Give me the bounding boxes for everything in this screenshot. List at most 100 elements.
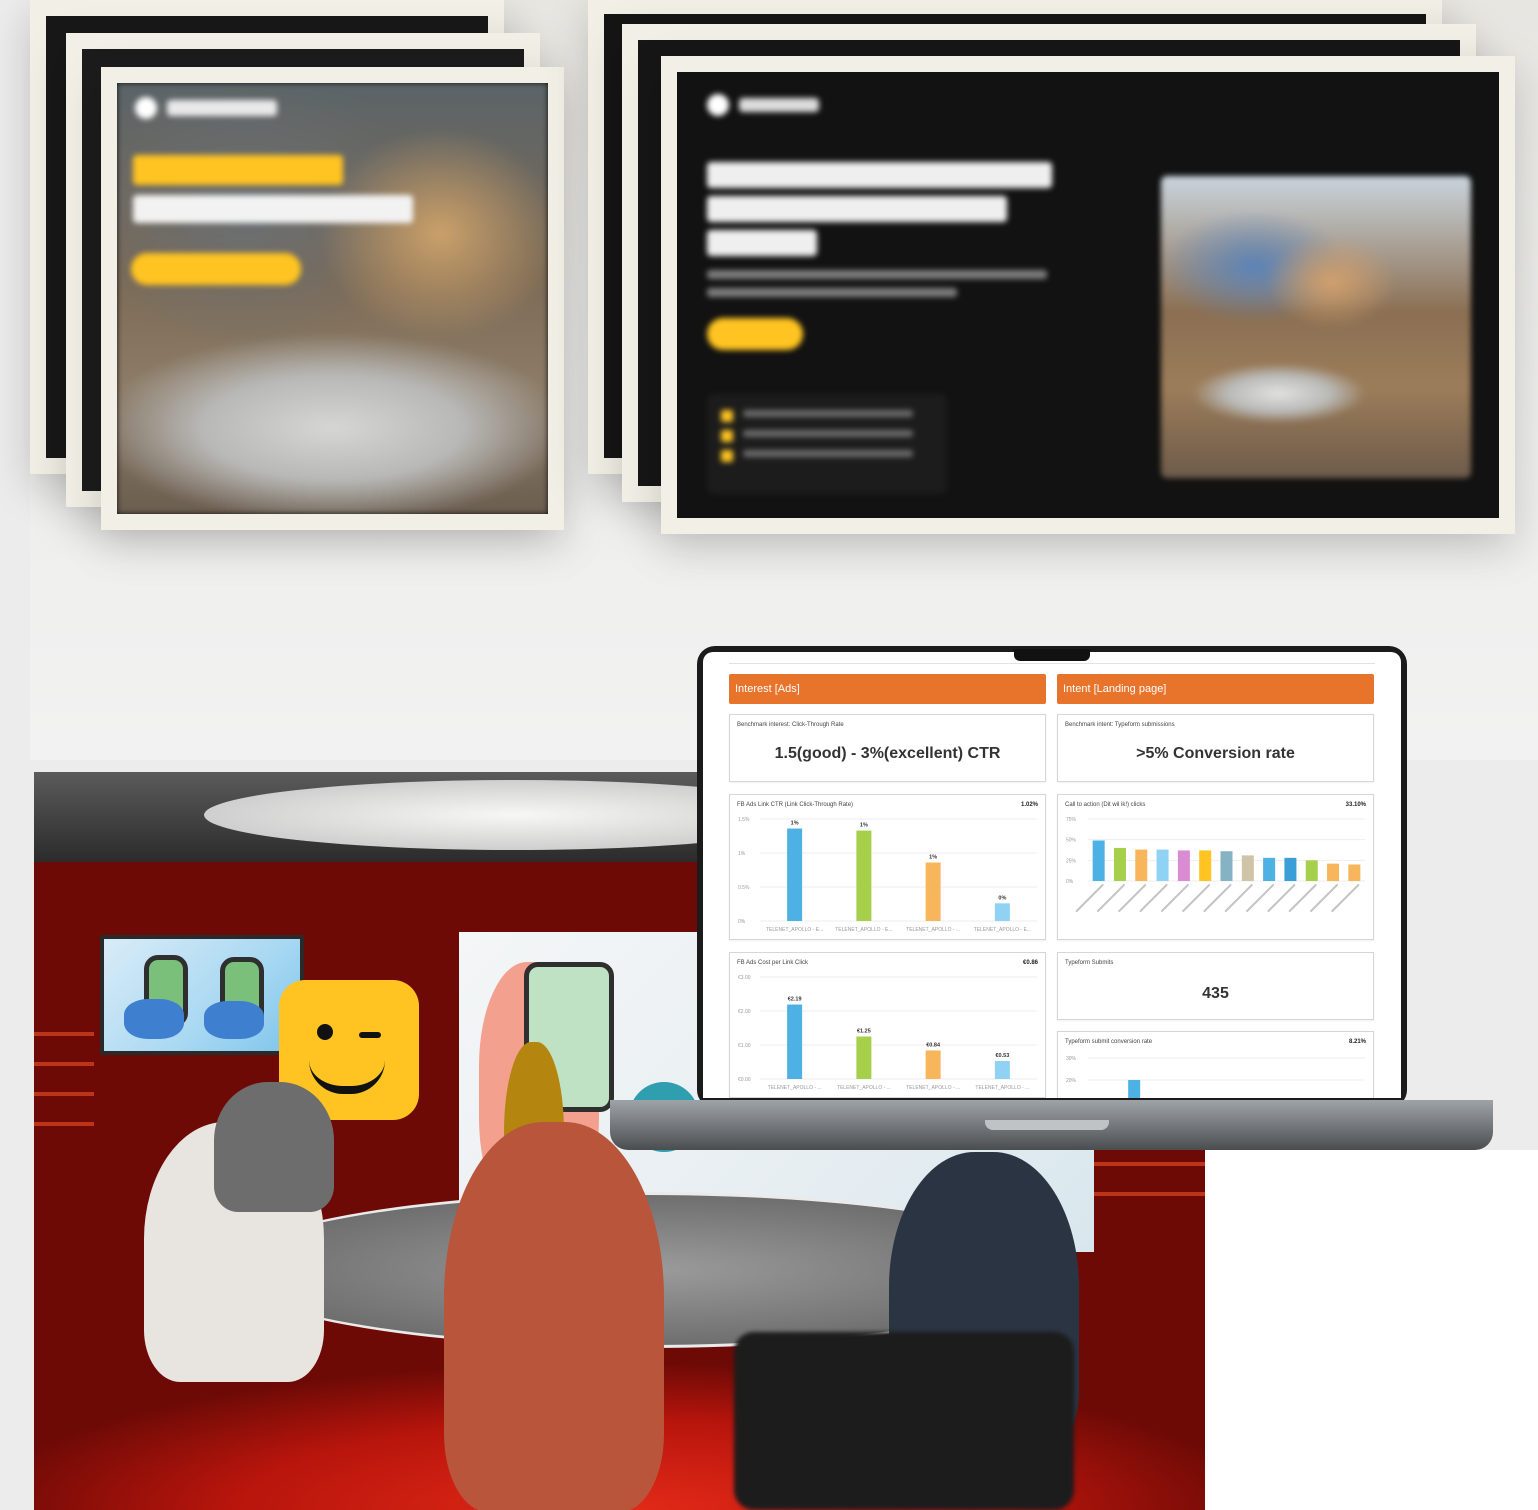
data-label: 1% (791, 821, 799, 827)
x-tick-label: TELENET_APOLLO - ... (768, 1085, 822, 1091)
dashboard-screen: Interest [Ads] Intent [Landing page] Ben… (703, 652, 1401, 1098)
data-label: 1% (860, 823, 868, 829)
section-header-intent: Intent [Landing page] (1057, 674, 1374, 704)
cpc-bar-chart: €0.00 €1.00 €2.00 €3.00 €2.19 TELENET_APOLLO … (738, 975, 1037, 1091)
card-total: €0.86 (1022, 960, 1038, 966)
cpc-chart-card: FB Ads Cost per Link Click €0.86 €0.00 €1… (729, 952, 1046, 1098)
bar (1199, 850, 1212, 881)
card-total: 8.21% (1348, 1039, 1366, 1045)
x-tick-label-illegible (1139, 884, 1168, 912)
bar (1263, 857, 1276, 881)
card-title: Benchmark intent: Typeform submissions (1065, 722, 1175, 728)
brand-wordmark (167, 100, 277, 116)
bar (1135, 849, 1148, 881)
wide-ad-cta-button[interactable] (707, 318, 803, 350)
ctr-bar-chart: 0% 0.5% 1% 1.5% 1% TELENET_APOLLO - E... 1% TEL… (738, 817, 1037, 933)
laptop-notch (1014, 649, 1090, 661)
benchmark-value: >5% Conversion rate (1136, 745, 1295, 762)
cta-chart-card: Call to action (Dit wil ik!) clicks 33.1… (1057, 794, 1374, 940)
square-ad-frame-front (101, 67, 564, 530)
square-ad (117, 83, 548, 514)
ctr-chart-card: FB Ads Link CTR (Link Click-Through Rate… (729, 794, 1046, 940)
ad-headline-line-2 (133, 195, 413, 223)
wide-ad-headline-line-1 (707, 162, 1052, 188)
x-tick-label: TELENET_APOLLO - E... (974, 927, 1031, 933)
conversion-rate-card: Typeform submit conversion rate 8.21% 30… (1057, 1031, 1374, 1098)
x-tick-label: TELENET_APOLLO - E... (766, 927, 823, 933)
card-title: FB Ads Link CTR (Link Click-Through Rate… (737, 802, 854, 808)
x-tick-label-illegible (1096, 884, 1125, 912)
bar (1327, 863, 1340, 881)
x-tick-label-illegible (1288, 884, 1317, 912)
x-tick-label-illegible (1246, 884, 1275, 912)
y-tick-label: €0.00 (738, 1077, 751, 1083)
brand-logo (135, 97, 277, 119)
x-tick-label-illegible (1331, 884, 1360, 912)
ad-headline-line-1 (133, 155, 343, 185)
bar (787, 828, 803, 921)
y-tick-label: 20% (1066, 1078, 1077, 1084)
bar (994, 1060, 1010, 1079)
data-label: 0% (998, 895, 1006, 901)
wide-ad-feature-box (707, 394, 947, 494)
y-tick-label: 0.5% (738, 885, 750, 891)
wide-ad-frame-front (661, 56, 1515, 534)
section-header-interest: Interest [Ads] (729, 674, 1046, 704)
background-white-corner (1205, 1150, 1538, 1510)
feature-row (721, 430, 933, 442)
guest-back (214, 1082, 334, 1212)
camera (734, 1332, 1074, 1510)
wide-ad-subtext-line-1 (707, 270, 1047, 279)
conversion-bar-chart: 30% 20% (1066, 1056, 1365, 1098)
wide-ad-brand-logo-icon (707, 94, 729, 116)
y-tick-label: 1.5% (738, 817, 750, 823)
x-tick-label: TELENET_APOLLO - ... (975, 1085, 1029, 1091)
data-label: 1% (929, 855, 937, 861)
x-tick-label: TELENET_APOLLO - ... (837, 1085, 891, 1091)
guest-center (444, 1122, 664, 1510)
bar (1156, 849, 1169, 881)
check-icon (721, 410, 733, 422)
y-tick-label: €1.00 (738, 1043, 751, 1049)
x-tick-label-illegible (1075, 884, 1104, 912)
y-tick-label: 25% (1066, 858, 1077, 864)
cta-bar-chart: 0% 25% 50% 75% (1066, 817, 1365, 912)
data-label: €0.84 (926, 1042, 941, 1048)
benchmark-interest-card: Benchmark interest: Click-Through Rate 1… (729, 714, 1046, 782)
card-title: FB Ads Cost per Link Click (737, 960, 809, 966)
submits-value: 435 (1202, 985, 1229, 1002)
card-title: Call to action (Dit wil ik!) clicks (1065, 802, 1146, 808)
studio-side-screen (100, 935, 304, 1055)
bar (1177, 850, 1190, 881)
y-tick-label: 0% (738, 919, 746, 925)
wide-ad-brand-wordmark (739, 98, 819, 112)
wide-ad (677, 72, 1499, 518)
bar (1348, 864, 1361, 881)
card-total: 1.02% (1020, 802, 1038, 808)
typeform-submits-card: Typeform Submits 435 (1057, 952, 1374, 1020)
bar (1305, 860, 1318, 881)
wide-ad-subtext-line-2 (707, 288, 957, 297)
ad-cta-button[interactable] (131, 253, 301, 285)
data-label: €0.53 (995, 1053, 1009, 1059)
x-tick-label-illegible (1160, 884, 1189, 912)
bar (1220, 851, 1233, 881)
y-tick-label: €3.00 (738, 975, 751, 981)
x-tick-label-illegible (1310, 884, 1339, 912)
laptop-opening-notch (985, 1120, 1109, 1130)
bar (994, 903, 1010, 921)
bar (925, 1050, 941, 1079)
bar (1092, 840, 1105, 881)
y-tick-label: 1% (738, 851, 746, 857)
benchmark-intent-card: Benchmark intent: Typeform submissions >… (1057, 714, 1374, 782)
y-tick-label: 75% (1066, 817, 1077, 823)
brand-logo-icon (135, 97, 157, 119)
x-tick-label: TELENET_APOLLO - E... (835, 927, 892, 933)
bar (1241, 855, 1254, 881)
feature-row (721, 410, 933, 422)
x-tick-label-illegible (1267, 884, 1296, 912)
bar (1128, 1080, 1141, 1098)
data-label: €2.19 (788, 997, 802, 1003)
x-tick-label-illegible (1224, 884, 1253, 912)
y-tick-label: 0% (1066, 879, 1074, 885)
